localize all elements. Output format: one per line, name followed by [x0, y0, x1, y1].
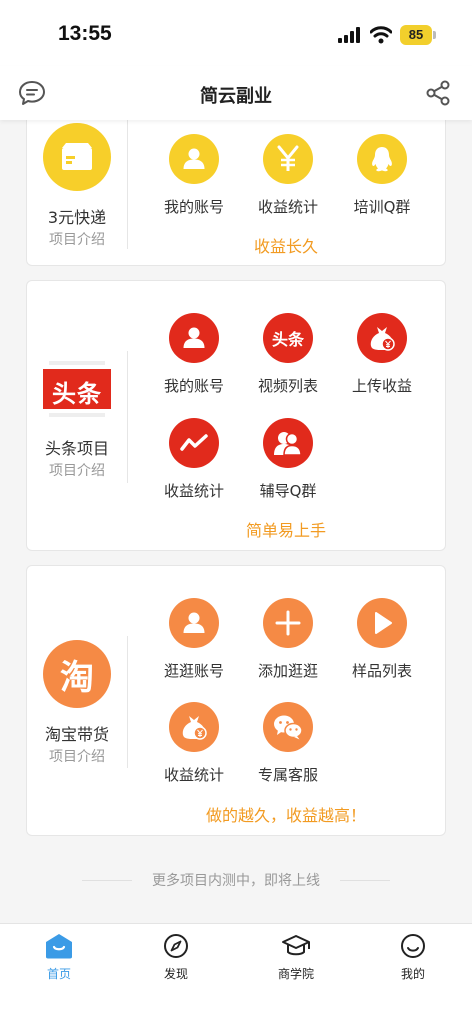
battery-indicator: 85 [400, 25, 432, 45]
divider-line-right [340, 880, 390, 881]
guangguang-account-button[interactable]: 逛逛账号 [149, 598, 239, 681]
toutiao-badge-text: 头条 [271, 330, 304, 349]
project-card-taobao: 淘 淘宝带货 项目介绍 逛逛账号 添加逛逛 样品列表 收益统计 专属客服 做的越… [26, 565, 446, 836]
taobao-logo-text: 淘 [60, 657, 94, 698]
cellular-signal-icon [338, 27, 360, 43]
project-name: 头条项目 [44, 439, 109, 458]
item-label: 我的账号 [163, 377, 224, 395]
user-icon [169, 598, 219, 648]
status-bar: 13:55 85 [0, 0, 472, 66]
earnings-stats-button[interactable]: 收益统计 [149, 418, 239, 501]
wechat-icon [263, 702, 313, 752]
divider-line-left [82, 880, 132, 881]
upload-earnings-button[interactable]: 上传收益 [337, 313, 427, 396]
tab-label: 发现 [163, 967, 188, 981]
share-icon[interactable] [425, 80, 451, 106]
item-label: 视频列表 [257, 377, 318, 395]
earnings-stats-button[interactable]: 收益统计 [149, 702, 239, 785]
battery-tip [433, 31, 436, 39]
sample-list-button[interactable]: 样品列表 [337, 598, 427, 681]
smiley-face-icon [401, 934, 425, 958]
item-label: 样品列表 [351, 662, 412, 680]
add-guangguang-button[interactable]: 添加逛逛 [243, 598, 333, 681]
my-account-button[interactable]: 我的账号 [149, 134, 239, 217]
nav-bar: 简云副业 [0, 66, 472, 120]
qq-penguin-icon [357, 134, 407, 184]
item-label: 我的账号 [163, 198, 224, 216]
item-label: 收益统计 [163, 482, 224, 500]
card-tagline: 收益长久 [253, 237, 318, 256]
item-label: 收益统计 [257, 198, 318, 216]
taobao-logo[interactable]: 淘 [43, 640, 111, 708]
training-qq-group-button[interactable]: 培训Q群 [337, 134, 427, 217]
card-divider [127, 117, 128, 249]
video-list-button[interactable]: 头条 视频列表 [243, 313, 333, 396]
money-bag-icon [357, 313, 407, 363]
play-icon [357, 598, 407, 648]
tab-home[interactable]: 首页 [19, 933, 99, 982]
my-account-button[interactable]: 我的账号 [149, 313, 239, 396]
item-label: 收益统计 [163, 766, 224, 784]
project-intro-link[interactable]: 项目介绍 [27, 746, 127, 766]
money-bag-icon [169, 702, 219, 752]
card-tagline: 简单易上手 [245, 521, 326, 540]
project-card-toutiao: 头条 头条项目 项目介绍 我的账号 头条 视频列表 上传收益 收益统计 辅导Q群… [26, 280, 446, 551]
tab-label: 我的 [400, 967, 425, 981]
toutiao-badge-icon: 头条 [263, 313, 313, 363]
tab-discover[interactable]: 发现 [136, 933, 216, 982]
wifi-icon [370, 26, 392, 44]
item-label: 辅导Q群 [259, 482, 317, 500]
trend-chart-icon [169, 418, 219, 468]
item-label: 培训Q群 [353, 198, 411, 216]
toutiao-logo-text: 头条 [52, 380, 102, 408]
home-icon [46, 934, 72, 959]
item-label: 逛逛账号 [163, 662, 224, 680]
page-title: 简云副业 [200, 86, 272, 107]
toutiao-logo[interactable]: 头条 [43, 361, 111, 419]
project-name: 3元快递 [47, 208, 107, 227]
card-divider [127, 636, 128, 768]
plus-icon [263, 598, 313, 648]
user-icon [169, 134, 219, 184]
status-time: 13:55 [58, 22, 112, 45]
bottom-tab-bar: 首页 发现 商学院 我的 [0, 923, 472, 1024]
yen-icon [263, 134, 313, 184]
user-icon [169, 313, 219, 363]
tutoring-qq-group-button[interactable]: 辅导Q群 [243, 418, 333, 501]
item-label: 上传收益 [351, 377, 412, 395]
graduation-cap-icon [282, 935, 310, 956]
group-users-icon [263, 418, 313, 468]
item-label: 添加逛逛 [257, 662, 318, 680]
more-projects-text: 更多项目内测中，即将上线 [152, 873, 320, 889]
more-projects-note: 更多项目内测中，即将上线 [0, 870, 472, 890]
express-box-icon[interactable] [43, 123, 111, 191]
compass-icon [164, 934, 188, 958]
earnings-stats-button[interactable]: 收益统计 [243, 134, 333, 217]
card-tagline: 做的越久，收益越高！ [205, 806, 366, 825]
project-intro-link[interactable]: 项目介绍 [27, 460, 127, 480]
tab-label: 商学院 [277, 967, 314, 981]
project-intro-link[interactable]: 项目介绍 [27, 229, 127, 249]
card-divider [127, 351, 128, 483]
customer-service-button[interactable]: 专属客服 [243, 702, 333, 785]
project-name: 淘宝带货 [44, 725, 109, 744]
tab-business-school[interactable]: 商学院 [256, 933, 336, 982]
item-label: 专属客服 [257, 766, 318, 784]
project-card-express: 3元快递 项目介绍 我的账号 收益统计 培训Q群 收益长久 [26, 100, 446, 266]
tab-label: 首页 [46, 967, 71, 981]
tab-mine[interactable]: 我的 [373, 933, 453, 982]
